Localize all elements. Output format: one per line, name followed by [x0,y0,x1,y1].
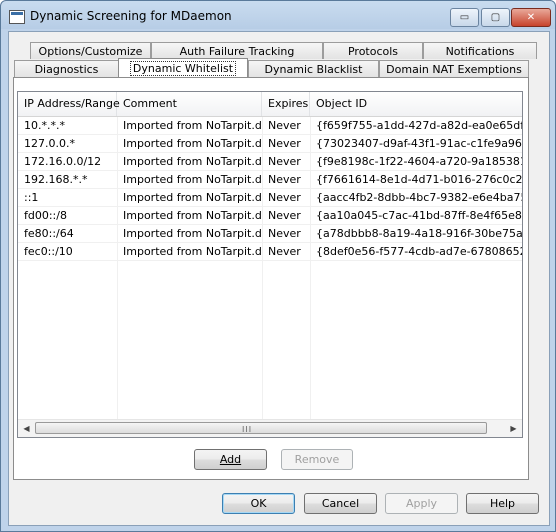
column-header-object-id[interactable]: Object ID [310,92,522,116]
cell-expires: Never [268,191,301,204]
help-button-label: Help [489,497,516,510]
cell-expires: Never [268,209,301,222]
cell-comment: Imported from NoTarpit.dat [123,191,262,204]
table-row[interactable]: fe80::/64 Imported from NoTarpit.dat Nev… [18,225,522,243]
cell-ip: ::1 [24,191,39,204]
table-row[interactable]: 127.0.0.* Imported from NoTarpit.dat Nev… [18,135,522,153]
tab-label: Dynamic Blacklist [264,62,363,76]
tab-label: Diagnostics [34,62,99,76]
cell-comment: Imported from NoTarpit.dat [123,227,262,240]
tab-dynamic-whitelist[interactable]: Dynamic Whitelist [118,58,248,77]
cell-comment: Imported from NoTarpit.dat [123,209,262,222]
cell-ip: fe80::/64 [24,227,74,240]
ok-button[interactable]: OK [222,493,295,514]
cell-ip: 172.16.0.0/12 [24,155,102,168]
cell-comment: Imported from NoTarpit.dat [123,155,262,168]
close-icon: ✕ [526,12,536,23]
cell-comment: Imported from NoTarpit.dat [123,119,262,132]
whitelist-table[interactable]: IP Address/Range Comment Expires Object … [17,91,523,438]
tab-label: Protocols [347,44,399,58]
cell-object-id: {8def0e56-f577-4cdb-ad7e-67808652b2 [316,245,522,258]
close-button[interactable]: ✕ [511,8,551,27]
scroll-left-icon[interactable]: ◀ [18,420,35,437]
title-bar[interactable]: Dynamic Screening for MDaemon ▭ ▢ ✕ [1,1,555,31]
table-row[interactable]: 172.16.0.0/12 Imported from NoTarpit.dat… [18,153,522,171]
add-button-label: Add [219,453,242,466]
maximize-button[interactable]: ▢ [481,8,510,27]
remove-button-label: Remove [294,453,340,466]
cancel-button[interactable]: Cancel [304,493,377,514]
table-row[interactable]: 10.*.*.* Imported from NoTarpit.dat Neve… [18,117,522,135]
table-row[interactable]: 192.168.*.* Imported from NoTarpit.dat N… [18,171,522,189]
cell-ip: fd00::/8 [24,209,67,222]
cell-expires: Never [268,245,301,258]
cell-ip: 127.0.0.* [24,137,75,150]
table-header: IP Address/Range Comment Expires Object … [18,92,522,117]
cell-object-id: {f659f755-a1dd-427d-a82d-ea0e65df1f [316,119,522,132]
app-icon [9,10,25,24]
tab-diagnostics[interactable]: Diagnostics [14,60,119,77]
tab-label: Options/Customize [38,44,143,58]
cell-expires: Never [268,173,301,186]
tab-label: Domain NAT Exemptions [386,62,522,76]
cell-object-id: {73023407-d9af-43f1-91ac-c1fe9a9624 [316,137,522,150]
cell-object-id: {a78dbbb8-8a19-4a18-916f-30be75a5b [316,227,522,240]
cell-ip: fec0::/10 [24,245,73,258]
column-header-comment[interactable]: Comment [117,92,262,116]
cancel-button-label: Cancel [321,497,360,510]
tab-domain-nat-exemptions[interactable]: Domain NAT Exemptions [379,60,529,77]
minimize-button[interactable]: ▭ [450,8,479,27]
cell-ip: 192.168.*.* [24,173,88,186]
help-button[interactable]: Help [466,493,539,514]
tab-notifications[interactable]: Notifications [423,42,537,59]
tab-label: Auth Failure Tracking [179,44,295,58]
cell-comment: Imported from NoTarpit.dat [123,173,262,186]
tab-label: Notifications [445,44,515,58]
cell-expires: Never [268,137,301,150]
tab-dynamic-blacklist[interactable]: Dynamic Blacklist [248,60,379,77]
cell-comment: Imported from NoTarpit.dat [123,245,262,258]
cell-object-id: {f7661614-8e1d-4d71-b016-276c0c2a63 [316,173,522,186]
column-header-expires[interactable]: Expires [262,92,310,116]
cell-object-id: {aa10a045-c7ac-41bd-87ff-8e4f65e814 [316,209,522,222]
column-header-ip[interactable]: IP Address/Range [18,92,120,116]
cell-expires: Never [268,119,301,132]
remove-button[interactable]: Remove [281,449,353,470]
cell-comment: Imported from NoTarpit.dat [123,137,262,150]
window-title: Dynamic Screening for MDaemon [30,9,232,23]
tab-options-customize[interactable]: Options/Customize [30,42,151,59]
grip-icon: III [242,425,253,434]
table-body: 10.*.*.* Imported from NoTarpit.dat Neve… [18,117,522,261]
cell-object-id: {f9e8198c-1f22-4604-a720-9a18538182 [316,155,522,168]
tab-protocols[interactable]: Protocols [323,42,423,59]
scroll-thumb[interactable]: III [35,422,487,434]
add-button[interactable]: Add [194,449,267,470]
cell-ip: 10.*.*.* [24,119,65,132]
cell-expires: Never [268,227,301,240]
apply-button-label: Apply [405,497,438,510]
horizontal-scrollbar[interactable]: ◀ III ▶ [18,419,522,437]
tab-label: Dynamic Whitelist [129,60,237,76]
ok-button-label: OK [250,497,267,510]
table-row[interactable]: ::1 Imported from NoTarpit.dat Never {aa… [18,189,522,207]
maximize-icon: ▢ [490,12,501,23]
apply-button[interactable]: Apply [385,493,458,514]
table-row[interactable]: fec0::/10 Imported from NoTarpit.dat Nev… [18,243,522,261]
table-row[interactable]: fd00::/8 Imported from NoTarpit.dat Neve… [18,207,522,225]
scroll-right-icon[interactable]: ▶ [505,420,522,437]
tab-auth-failure-tracking[interactable]: Auth Failure Tracking [151,42,323,59]
cell-expires: Never [268,155,301,168]
minimize-icon: ▭ [459,12,470,23]
cell-object-id: {aacc4fb2-8dbb-4bc7-9382-e6e4ba7544 [316,191,522,204]
